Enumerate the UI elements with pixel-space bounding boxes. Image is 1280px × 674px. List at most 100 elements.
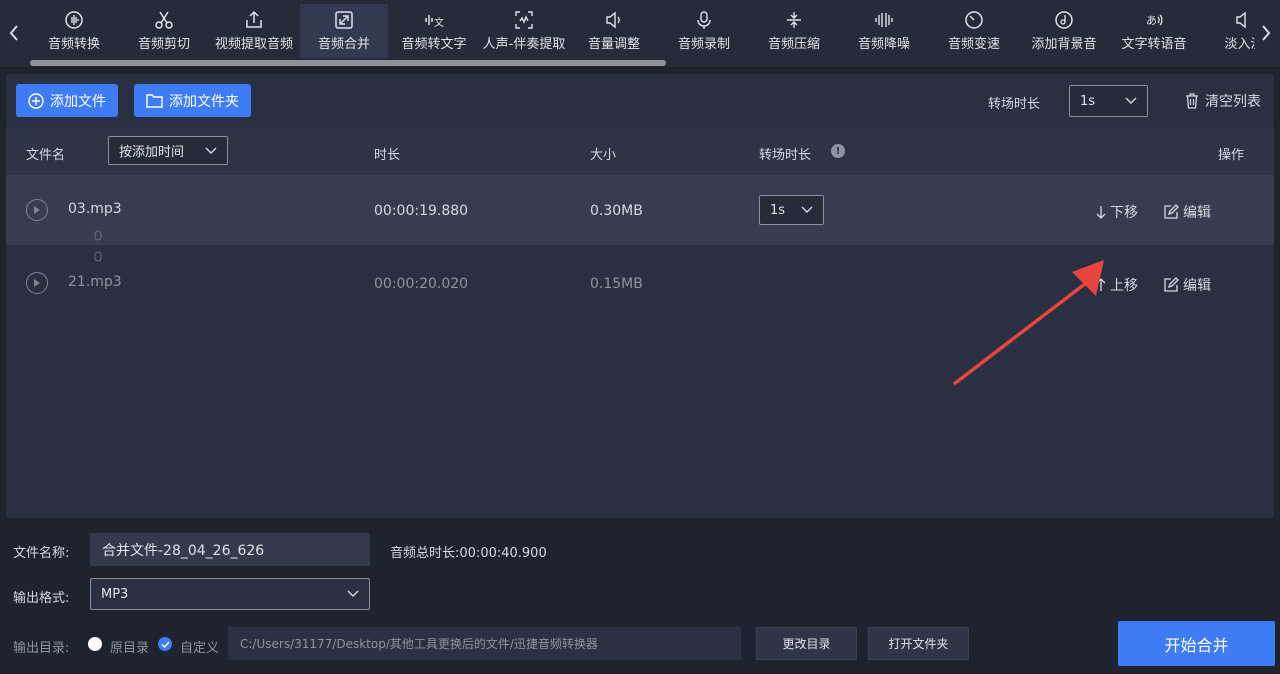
tool-label: 添加背景音	[1031, 37, 1097, 52]
music-disc-icon	[1054, 10, 1074, 30]
add-file-label: 添加文件	[50, 93, 106, 110]
arrow-down-icon	[1096, 206, 1106, 219]
edit-button[interactable]: 编辑	[1163, 275, 1211, 295]
tool-label: 视频提取音频	[214, 37, 293, 52]
tool-strip: 音频转换 音频剪切 视频提取音频 音频合并 文 音频转文字 人声-伴奏提取 音量…	[30, 4, 1255, 60]
edit-label: 编辑	[1183, 278, 1211, 294]
add-file-button[interactable]: 添加文件	[16, 84, 118, 117]
play-icon[interactable]	[26, 272, 48, 294]
edit-icon	[1164, 277, 1179, 292]
tool-label: 音频降噪	[857, 37, 910, 52]
table-header: 文件名 按添加时间 时长 大小 转场时长 ! 操作	[6, 127, 1274, 175]
tool-audio-cut[interactable]: 音频剪切	[120, 4, 208, 58]
info-icon[interactable]: !	[831, 144, 845, 158]
file-name: 03.mp3	[68, 201, 122, 217]
transition-duration-value: 1s	[1080, 93, 1096, 109]
merge-icon	[334, 10, 354, 30]
add-folder-button[interactable]: 添加文件夹	[134, 84, 251, 117]
row-transition-value: 1s	[770, 202, 786, 218]
chevron-down-icon	[347, 590, 359, 597]
clear-list-label: 清空列表	[1205, 94, 1261, 110]
col-duration: 时长	[374, 148, 401, 163]
file-duration: 00:00:19.880	[374, 203, 469, 219]
total-duration-value: 00:00:40.900	[459, 546, 547, 561]
chevron-right-icon[interactable]	[1254, 18, 1278, 48]
edit-button[interactable]: 编辑	[1163, 202, 1211, 222]
tool-label: 文字转语音	[1121, 37, 1187, 52]
svg-text:あ: あ	[1146, 14, 1157, 27]
tool-vocal-extract[interactable]: 人声-伴奏提取	[480, 4, 568, 58]
voice-extract-icon	[514, 10, 534, 30]
checkmark-icon[interactable]	[158, 637, 172, 651]
col-filename: 文件名	[26, 148, 66, 163]
chevron-down-icon	[205, 147, 217, 154]
folder-icon	[146, 94, 163, 108]
output-dir-label: 输出目录:	[13, 641, 70, 656]
tool-label: 音频剪切	[137, 37, 190, 52]
tool-audio-convert[interactable]: 音频转换	[30, 4, 118, 58]
play-icon[interactable]	[26, 199, 48, 221]
move-up-label: 上移	[1110, 278, 1138, 294]
open-folder-button[interactable]: 打开文件夹	[868, 627, 969, 660]
custom-dir-label: 自定义	[180, 641, 220, 656]
tool-audio-to-text[interactable]: 文 音频转文字	[390, 4, 478, 58]
chevron-left-icon[interactable]	[2, 18, 26, 48]
table-row[interactable]: 03.mp3 00:00:19.880 0.30MB 1s 下移 编辑	[6, 175, 1274, 245]
chevron-down-icon	[801, 206, 813, 213]
tool-label: 音频转换	[47, 37, 100, 52]
file-size: 0.30MB	[590, 203, 643, 219]
edit-label: 编辑	[1183, 205, 1211, 221]
filename-label: 文件名称:	[13, 546, 70, 561]
radio-original-dir[interactable]	[88, 637, 102, 651]
waveform-circle-icon	[64, 10, 84, 30]
tool-speed[interactable]: 音频变速	[930, 4, 1018, 58]
audio-text-icon: 文	[424, 10, 444, 30]
move-down-button[interactable]: 下移	[1096, 202, 1138, 222]
tool-label: 音频合并	[317, 37, 370, 52]
upload-box-icon	[244, 10, 264, 30]
row-transition-select[interactable]: 1s	[759, 195, 824, 225]
tool-bar: 音频转换 音频剪切 视频提取音频 音频合并 文 音频转文字 人声-伴奏提取 音量…	[0, 0, 1280, 68]
tool-audio-merge[interactable]: 音频合并	[300, 4, 388, 58]
speaker-icon	[604, 10, 624, 30]
output-path-field[interactable]: C:/Users/31177/Desktop/其他工具更换后的文件/迅捷音频转换…	[228, 627, 741, 660]
tool-text-to-speech[interactable]: あ 文字转语音	[1110, 4, 1198, 58]
transition-duration-select[interactable]: 1s	[1069, 85, 1148, 117]
equalizer-icon	[874, 10, 894, 30]
tool-record[interactable]: 音频录制	[660, 4, 748, 58]
start-merge-button[interactable]: 开始合并	[1118, 621, 1275, 666]
table-row[interactable]: 21.mp3 00:00:20.020 0.15MB 上移 编辑	[6, 248, 1274, 318]
change-dir-button[interactable]: 更改目录	[756, 627, 857, 660]
tool-volume[interactable]: 音量调整	[570, 4, 658, 58]
transition-duration-label: 转场时长	[988, 97, 1041, 112]
speed-dial-icon	[964, 10, 984, 30]
format-value: MP3	[101, 586, 129, 602]
total-duration-caption: 音频总时长:	[390, 546, 460, 561]
text-speech-icon: あ	[1144, 10, 1164, 30]
move-up-button[interactable]: 上移	[1096, 275, 1138, 295]
tool-label: 淡入淡	[1224, 37, 1255, 52]
tool-video-extract[interactable]: 视频提取音频	[210, 4, 298, 58]
plus-circle-icon	[28, 92, 44, 109]
tool-label: 音频变速	[947, 37, 1000, 52]
tool-label: 音频录制	[677, 37, 730, 52]
microphone-icon	[694, 10, 714, 30]
toolbar-scrollbar[interactable]	[30, 60, 666, 66]
sort-select[interactable]: 按添加时间	[108, 136, 228, 165]
file-name: 21.mp3	[68, 274, 122, 290]
format-select[interactable]: MP3	[90, 578, 370, 610]
scissors-icon	[154, 10, 174, 30]
arrow-up-icon	[1096, 278, 1106, 291]
tool-background-music[interactable]: 添加背景音	[1020, 4, 1108, 58]
filename-input[interactable]: 合并文件-28_04_26_626	[90, 533, 370, 566]
tool-compress[interactable]: 音频压缩	[750, 4, 838, 58]
original-dir-label: 原目录	[110, 641, 150, 656]
tool-label: 音频转文字	[401, 37, 467, 52]
file-duration: 00:00:20.020	[374, 276, 469, 292]
clear-list-button[interactable]: 清空列表	[1185, 91, 1261, 111]
tool-denoise[interactable]: 音频降噪	[840, 4, 928, 58]
tool-fade[interactable]: 淡入淡	[1200, 4, 1255, 58]
add-folder-label: 添加文件夹	[169, 93, 239, 110]
tool-label: 音频压缩	[767, 37, 820, 52]
tool-label: 音量调整	[587, 37, 640, 52]
